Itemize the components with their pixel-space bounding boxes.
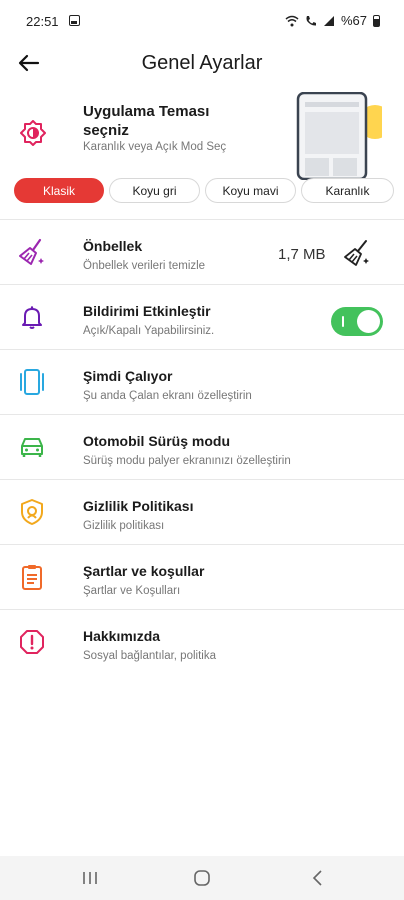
car-mode-title: Otomobil Sürüş modu bbox=[83, 433, 230, 449]
clear-cache-icon[interactable] bbox=[343, 239, 371, 267]
battery-icon bbox=[373, 14, 380, 27]
terms-title: Şartlar ve koşullar bbox=[83, 563, 205, 579]
about-subtitle: Sosyal bağlantılar, politika bbox=[83, 650, 216, 662]
gallery-notification-icon bbox=[69, 15, 80, 26]
info-alert-icon bbox=[20, 630, 44, 654]
theme-options: Klasik Koyu gri Koyu mavi Karanlık bbox=[14, 178, 394, 203]
status-right: %67 bbox=[285, 13, 380, 28]
divider bbox=[0, 414, 404, 415]
toggle-knob bbox=[357, 310, 380, 333]
theme-title: Uygulama Teması seçniz bbox=[83, 103, 210, 139]
system-nav-bar bbox=[0, 856, 404, 900]
signal-icon bbox=[323, 15, 334, 26]
call-icon bbox=[306, 15, 316, 26]
back-nav-icon[interactable] bbox=[308, 868, 328, 888]
theme-brightness-icon bbox=[20, 120, 46, 146]
theme-subtitle: Karanlık veya Açık Mod Seç bbox=[83, 141, 227, 153]
divider bbox=[0, 284, 404, 285]
divider bbox=[0, 544, 404, 545]
notifications-subtitle: Açık/Kapalı Yapabilirsiniz. bbox=[83, 325, 215, 337]
status-bar: 22:51 %67 bbox=[0, 0, 404, 40]
theme-option-koyu-mavi[interactable]: Koyu mavi bbox=[205, 178, 296, 203]
theme-section: Uygulama Teması seçniz Karanlık veya Açı… bbox=[0, 90, 404, 218]
settings-row-about[interactable]: Hakkımızda Sosyal bağlantılar, politika bbox=[0, 612, 404, 676]
divider bbox=[0, 479, 404, 480]
settings-row-now-playing[interactable]: Şimdi Çalıyor Şu anda Çalan ekranı özell… bbox=[0, 352, 404, 416]
cache-subtitle: Önbellek verileri temizle bbox=[83, 260, 206, 272]
wifi-icon bbox=[285, 15, 299, 26]
settings-row-notifications[interactable]: Bildirimi Etkinleştir Açık/Kapalı Yapabi… bbox=[0, 287, 404, 351]
car-mode-subtitle: Sürüş modu palyer ekranınızı özelleştiri… bbox=[83, 455, 291, 467]
now-playing-title: Şimdi Çalıyor bbox=[83, 368, 173, 384]
car-icon bbox=[21, 438, 43, 457]
bell-icon bbox=[22, 306, 42, 329]
shield-icon bbox=[21, 499, 43, 525]
broom-icon bbox=[19, 238, 44, 265]
terms-subtitle: Şartlar ve Koşulları bbox=[83, 585, 181, 597]
clipboard-icon bbox=[22, 565, 42, 590]
page-title: Genel Ayarlar bbox=[141, 52, 263, 74]
notifications-title: Bildirimi Etkinleştir bbox=[83, 303, 211, 319]
divider bbox=[0, 219, 404, 220]
now-playing-icon bbox=[20, 369, 44, 395]
status-time: 22:51 bbox=[26, 14, 59, 29]
recent-apps-icon[interactable] bbox=[80, 868, 100, 888]
divider bbox=[0, 349, 404, 350]
home-icon[interactable] bbox=[192, 868, 212, 888]
cache-title: Önbellek bbox=[83, 238, 143, 254]
notifications-toggle[interactable] bbox=[331, 307, 383, 336]
settings-row-cache[interactable]: Önbellek Önbellek verileri temizle 1,7 M… bbox=[0, 222, 404, 286]
settings-row-privacy[interactable]: Gizlilik Politikası Gizlilik politikası bbox=[0, 482, 404, 546]
battery-percent: %67 bbox=[340, 13, 367, 28]
privacy-title: Gizlilik Politikası bbox=[83, 498, 194, 514]
now-playing-subtitle: Şu anda Çalan ekranı özelleştirin bbox=[83, 390, 252, 402]
theme-option-klasik[interactable]: Klasik bbox=[14, 178, 104, 203]
cache-size: 1,7 MB bbox=[278, 246, 326, 263]
toggle-on-indicator bbox=[342, 316, 344, 327]
settings-row-car-mode[interactable]: Otomobil Sürüş modu Sürüş modu palyer ek… bbox=[0, 417, 404, 481]
settings-row-terms[interactable]: Şartlar ve koşullar Şartlar ve Koşulları bbox=[0, 547, 404, 611]
divider bbox=[0, 609, 404, 610]
app-header: Genel Ayarlar bbox=[0, 40, 404, 88]
theme-preview-illustration bbox=[296, 92, 382, 180]
theme-option-karanlik[interactable]: Karanlık bbox=[301, 178, 394, 203]
theme-option-koyu-gri[interactable]: Koyu gri bbox=[109, 178, 200, 203]
privacy-subtitle: Gizlilik politikası bbox=[83, 520, 165, 532]
about-title: Hakkımızda bbox=[83, 628, 161, 644]
